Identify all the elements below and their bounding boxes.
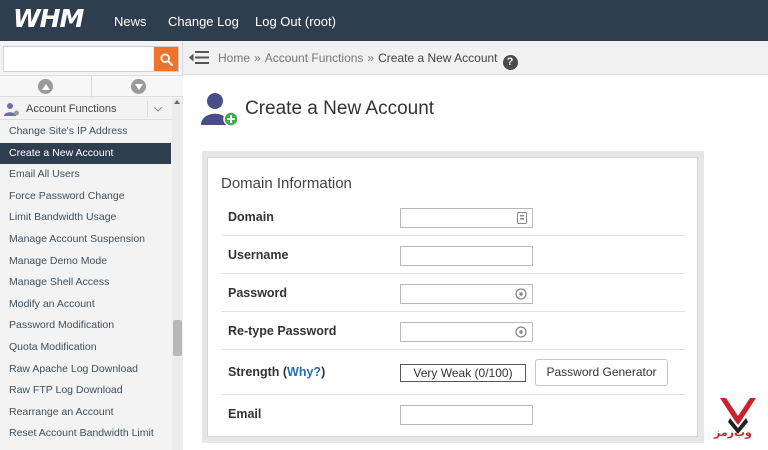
strength-row: Strength (Why?) Very Weak (0/100) Passwo… — [221, 350, 685, 395]
password-field — [400, 284, 533, 304]
top-bar: WHM News Change Log Log Out (root) — [0, 0, 768, 41]
password-strength-meter: Very Weak (0/100) — [400, 364, 526, 382]
sidebar-menu: Change Site's IP Address Create a New Acc… — [0, 121, 171, 445]
arrow-up-icon — [41, 83, 50, 90]
password-key-icon[interactable] — [515, 288, 527, 300]
sidebar-item[interactable]: Password Modification — [0, 315, 171, 337]
nav-change-log-link[interactable]: Change Log — [168, 14, 239, 30]
username-field — [400, 246, 533, 266]
why-link[interactable]: Why? — [287, 365, 321, 379]
whm-logo[interactable]: WHM — [13, 5, 99, 33]
group-header-account-functions[interactable]: Account Functions — [0, 98, 172, 120]
group-label: Account Functions — [26, 103, 117, 115]
domain-field — [400, 208, 533, 228]
password-input[interactable] — [401, 285, 532, 303]
help-icon[interactable]: ? — [502, 55, 518, 70]
watermark-text: وب‌رمز — [714, 426, 752, 439]
username-label: Username — [228, 248, 289, 262]
sidebar-item[interactable]: Modify an Account — [0, 294, 171, 316]
strength-label-text: Strength — [228, 365, 280, 379]
scroll-up-icon — [174, 100, 180, 104]
retype-password-row: Re-type Password — [221, 312, 685, 350]
search-button[interactable] — [154, 47, 178, 71]
section-title: Domain Information — [221, 175, 352, 192]
nav-logout-link[interactable]: Log Out (root) — [255, 14, 336, 30]
strength-label: Strength (Why?) — [228, 365, 326, 379]
sidebar: Account Functions Change Site's IP Addre… — [0, 41, 183, 450]
sidebar-search-input[interactable] — [4, 47, 154, 71]
email-field — [400, 405, 533, 425]
email-input[interactable] — [401, 406, 532, 424]
nav-news-link[interactable]: News — [114, 14, 147, 30]
sidebar-toggle-icon[interactable] — [189, 50, 209, 65]
page-title: Create a New Account — [245, 98, 435, 119]
sidebar-item[interactable]: Reset Account Bandwidth Limit — [0, 423, 171, 445]
sidebar-item[interactable]: Rearrange an Account — [0, 402, 171, 424]
field-menu-icon[interactable] — [517, 212, 527, 224]
breadcrumb-home[interactable]: Home — [218, 51, 250, 65]
breadcrumb: Home» Account Functions» Create a New Acco… — [218, 51, 518, 70]
password-row: Password — [221, 274, 685, 312]
sidebar-search — [3, 46, 179, 72]
retype-password-field — [400, 322, 533, 342]
search-icon — [159, 52, 173, 66]
sidebar-item[interactable]: Quota Modification — [0, 337, 171, 359]
sidebar-scrollbar[interactable] — [172, 98, 183, 450]
arrow-down-icon — [134, 83, 143, 90]
sidebar-item[interactable]: Email All Users — [0, 164, 171, 186]
password-generator-button[interactable]: Password Generator — [535, 359, 668, 386]
chevron-down-icon — [153, 106, 162, 112]
group-toggle[interactable] — [147, 101, 167, 117]
collapse-controls — [0, 75, 183, 98]
collapse-all-button[interactable] — [38, 79, 53, 94]
sidebar-item[interactable]: Change Site's IP Address — [0, 121, 171, 143]
username-row: Username — [221, 236, 685, 274]
breadcrumb-separator: » — [254, 51, 261, 65]
retype-password-label: Re-type Password — [228, 324, 337, 338]
expand-all-button[interactable] — [131, 79, 146, 94]
sidebar-item[interactable]: Manage Shell Access — [0, 272, 171, 294]
domain-row: Domain — [221, 198, 685, 236]
domain-input[interactable] — [401, 209, 532, 227]
scroll-thumb[interactable] — [173, 320, 182, 356]
breadcrumb-bar: Home» Account Functions» Create a New Acco… — [183, 41, 768, 75]
sidebar-item[interactable]: Create a New Account — [0, 142, 171, 165]
sidebar-item[interactable]: Raw Apache Log Download — [0, 359, 171, 381]
password-label: Password — [228, 286, 288, 300]
email-label: Email — [228, 407, 262, 421]
user-group-icon — [4, 103, 19, 116]
sidebar-item[interactable]: Manage Account Suspension — [0, 229, 171, 251]
breadcrumb-account-functions[interactable]: Account Functions — [265, 51, 364, 65]
breadcrumb-separator: » — [367, 51, 375, 65]
domain-information-panel: Domain Information Domain Username Passw… — [207, 157, 698, 437]
collapse-divider — [91, 76, 92, 98]
password-key-icon[interactable] — [515, 326, 527, 338]
sidebar-item[interactable]: Manage Demo Mode — [0, 251, 171, 273]
domain-label: Domain — [228, 210, 274, 224]
add-user-icon — [201, 93, 239, 127]
retype-password-input[interactable] — [401, 323, 532, 341]
sidebar-item[interactable]: Raw FTP Log Download — [0, 380, 171, 402]
sidebar-item[interactable]: Limit Bandwidth Usage — [0, 207, 171, 229]
username-input[interactable] — [401, 247, 532, 265]
breadcrumb-current: Create a New Account — [378, 51, 498, 65]
sidebar-item[interactable]: Force Password Change — [0, 186, 171, 208]
email-row: Email — [221, 395, 685, 433]
